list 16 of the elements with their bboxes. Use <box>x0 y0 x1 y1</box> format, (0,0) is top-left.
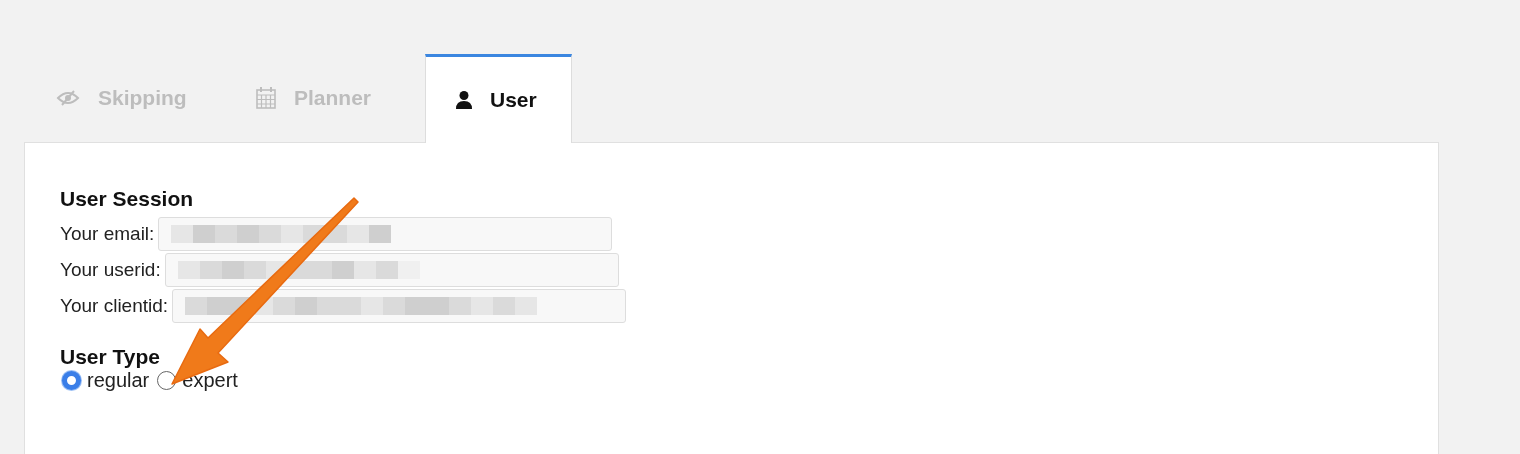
field-label: Your userid: <box>60 259 161 281</box>
calendar-icon <box>256 87 276 109</box>
tab[interactable]: User <box>425 54 572 143</box>
radio-label: expert <box>182 369 238 392</box>
eye-slash-icon <box>56 90 80 106</box>
section-heading: User Type <box>60 345 161 369</box>
radio-label: regular <box>87 369 150 392</box>
input-field[interactable] <box>158 217 613 251</box>
radio-button[interactable] <box>157 371 177 390</box>
field-label: Your email: <box>60 223 155 245</box>
input-field[interactable] <box>172 289 627 323</box>
field-label: Your clientid: <box>60 295 169 317</box>
user-icon <box>456 91 472 109</box>
section-heading: User Session <box>60 187 195 211</box>
input-field[interactable] <box>164 253 619 287</box>
radio-button[interactable] <box>62 371 81 390</box>
